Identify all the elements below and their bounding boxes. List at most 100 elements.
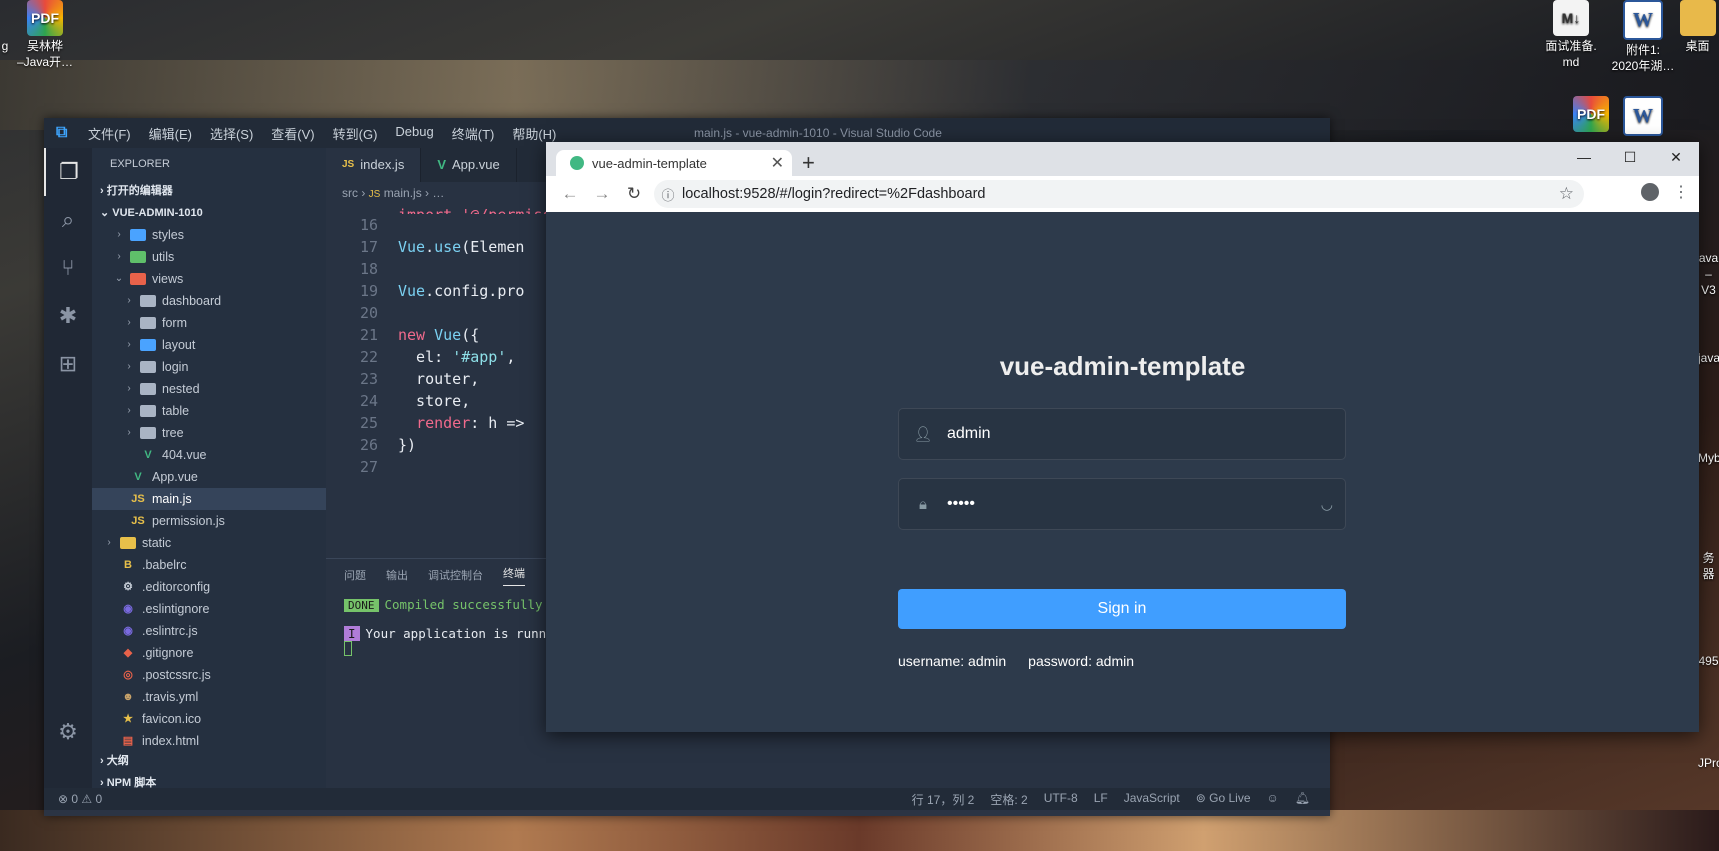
breadcrumb-file[interactable]: main.js <box>384 186 422 200</box>
chevron-down-icon: ⌄ <box>114 273 124 284</box>
pdf-icon: PDF <box>27 0 63 36</box>
desktop-icon-desktop[interactable]: 桌面 <box>1676 0 1719 54</box>
tree-item[interactable]: › layout <box>92 334 326 356</box>
chevron-right-icon: › <box>107 537 111 548</box>
chevron-right-icon: › <box>127 339 131 350</box>
minimize-icon[interactable]: — <box>1561 142 1607 172</box>
forward-arrow-icon[interactable]: → <box>586 184 618 204</box>
tree-item[interactable]: ◉ .eslintignore <box>92 598 326 620</box>
line-ending[interactable]: LF <box>1094 791 1108 808</box>
problems-count[interactable]: ⊗ 0 ⚠ 0 <box>58 792 102 806</box>
menu-terminal[interactable]: 终端(T) <box>452 124 495 143</box>
url-text[interactable]: localhost:9528/#/login?redirect=%2Fdashb… <box>682 186 986 202</box>
username-input[interactable]: admin <box>947 425 991 443</box>
tree-item[interactable]: ▤ index.html <box>92 730 326 752</box>
tip-username: username: admin <box>898 653 1007 669</box>
tree-item[interactable]: › nested <box>92 378 326 400</box>
project-section[interactable]: ⌄ VUE-ADMIN-1010 <box>92 202 326 224</box>
address-bar[interactable]: ⓘ localhost:9528/#/login?redirect=%2Fdas… <box>654 180 1584 208</box>
notifications-bell-icon[interactable]: 🔔︎ <box>1295 791 1310 808</box>
panel-tab-debug-console[interactable]: 调试控制台 <box>428 567 483 583</box>
tree-item[interactable]: V App.vue <box>92 466 326 488</box>
tree-item[interactable]: ◎ .postcssrc.js <box>92 664 326 686</box>
markdown-icon: M↓ <box>1553 0 1589 36</box>
vue-file-icon: V <box>144 449 152 461</box>
menu-debug[interactable]: Debug <box>395 124 433 143</box>
password-field[interactable]: 🔒︎ ••••• ◡ <box>898 478 1346 530</box>
menu-view[interactable]: 查看(V) <box>271 124 314 143</box>
tree-item[interactable]: B .babelrc <box>92 554 326 576</box>
search-icon[interactable]: ⌕ <box>44 196 92 244</box>
close-tab-icon[interactable]: ✕ <box>771 153 784 173</box>
extensions-icon[interactable]: ⊞ <box>44 340 92 388</box>
tree-item[interactable]: › login <box>92 356 326 378</box>
panel-tab-problems[interactable]: 问题 <box>344 567 366 583</box>
tree-item[interactable]: ◉ .eslintrc.js <box>92 620 326 642</box>
line-number: 26 <box>359 436 378 454</box>
tree-item[interactable]: ⌄ views <box>92 268 326 290</box>
desktop-icon-word-2[interactable]: W <box>1608 96 1678 138</box>
cursor-position[interactable]: 行 17，列 2 <box>912 791 975 808</box>
menu-file[interactable]: 文件(F) <box>88 124 131 143</box>
tree-item[interactable]: ★ favicon.ico <box>92 708 326 730</box>
tree-item[interactable]: ◆ .gitignore <box>92 642 326 664</box>
outline-section[interactable]: › 大纲 <box>92 750 326 772</box>
tree-item[interactable]: ☻ .travis.yml <box>92 686 326 708</box>
tab-strip: vue-admin-template ✕ + — ☐ ✕ <box>546 142 1699 176</box>
tab-index-js[interactable]: JS index.js <box>326 148 422 182</box>
tree-item[interactable]: ⚙ .editorconfig <box>92 576 326 598</box>
encoding[interactable]: UTF-8 <box>1044 791 1078 808</box>
close-window-icon[interactable]: ✕ <box>1653 142 1699 172</box>
bookmark-star-icon[interactable]: ☆ <box>1559 184 1574 204</box>
explorer-icon[interactable]: ❐ <box>44 148 92 196</box>
desktop-icon-md[interactable]: M↓ 面试准备. md <box>1536 0 1606 70</box>
site-info-icon[interactable]: ⓘ <box>654 185 682 204</box>
settings-gear-icon[interactable]: ⚙ <box>44 708 92 756</box>
menu-go[interactable]: 转到(G) <box>333 124 378 143</box>
menu-selection[interactable]: 选择(S) <box>210 124 253 143</box>
word-icon: W <box>1623 0 1663 40</box>
password-input[interactable]: ••••• <box>947 495 975 513</box>
go-live-button[interactable]: ⊚ Go Live <box>1196 791 1251 808</box>
breadcrumb-more[interactable]: … <box>432 186 444 200</box>
reload-icon[interactable]: ↻ <box>618 184 650 204</box>
username-field[interactable]: 👤︎ admin <box>898 408 1346 460</box>
folder-icon <box>130 251 146 263</box>
tree-item[interactable]: › form <box>92 312 326 334</box>
panel-tab-terminal[interactable]: 终端 <box>503 565 525 586</box>
vscode-menubar: 文件(F) 编辑(E) 选择(S) 查看(V) 转到(G) Debug 终端(T… <box>88 124 556 143</box>
chevron-right-icon: › <box>127 405 131 416</box>
word-icon: W <box>1623 96 1663 136</box>
tree-item[interactable]: V 404.vue <box>92 444 326 466</box>
menu-kebab-icon[interactable]: ⋮ <box>1673 182 1689 202</box>
tree-item[interactable]: › utils <box>92 246 326 268</box>
debug-icon[interactable]: ✱ <box>44 292 92 340</box>
panel-tab-output[interactable]: 输出 <box>386 567 408 583</box>
sign-in-button[interactable]: Sign in <box>898 589 1346 629</box>
browser-tab[interactable]: vue-admin-template ✕ <box>556 150 792 176</box>
tree-item[interactable]: JS main.js <box>92 488 326 510</box>
tree-item[interactable]: › static <box>92 532 326 554</box>
tab-app-vue[interactable]: V App.vue <box>421 148 517 182</box>
tree-item[interactable]: › tree <box>92 422 326 444</box>
tree-item[interactable]: JS permission.js <box>92 510 326 532</box>
profile-avatar-icon[interactable] <box>1641 183 1659 201</box>
tree-item[interactable]: › styles <box>92 224 326 246</box>
language-mode[interactable]: JavaScript <box>1124 791 1180 808</box>
desktop-icon-pdf[interactable]: PDF 吴林桦 –Java开… <box>10 0 80 70</box>
open-editors-section[interactable]: › 打开的编辑器 <box>92 180 326 202</box>
breadcrumb-src[interactable]: src <box>342 186 358 200</box>
maximize-icon[interactable]: ☐ <box>1607 142 1653 172</box>
code-text: render: h => <box>416 414 525 432</box>
new-tab-plus-icon[interactable]: + <box>802 150 815 176</box>
menu-help[interactable]: 帮助(H) <box>512 124 556 143</box>
desktop-icon-word[interactable]: W 附件1: 2020年湖… <box>1608 0 1678 74</box>
tree-item[interactable]: › table <box>92 400 326 422</box>
eye-closed-icon[interactable]: ◡ <box>1321 496 1333 513</box>
source-control-icon[interactable]: ⑂ <box>44 244 92 292</box>
tree-item[interactable]: › dashboard <box>92 290 326 312</box>
menu-edit[interactable]: 编辑(E) <box>149 124 192 143</box>
back-arrow-icon[interactable]: ← <box>554 184 586 204</box>
feedback-smiley-icon[interactable]: ☺ <box>1267 791 1279 808</box>
indentation[interactable]: 空格: 2 <box>990 791 1027 808</box>
